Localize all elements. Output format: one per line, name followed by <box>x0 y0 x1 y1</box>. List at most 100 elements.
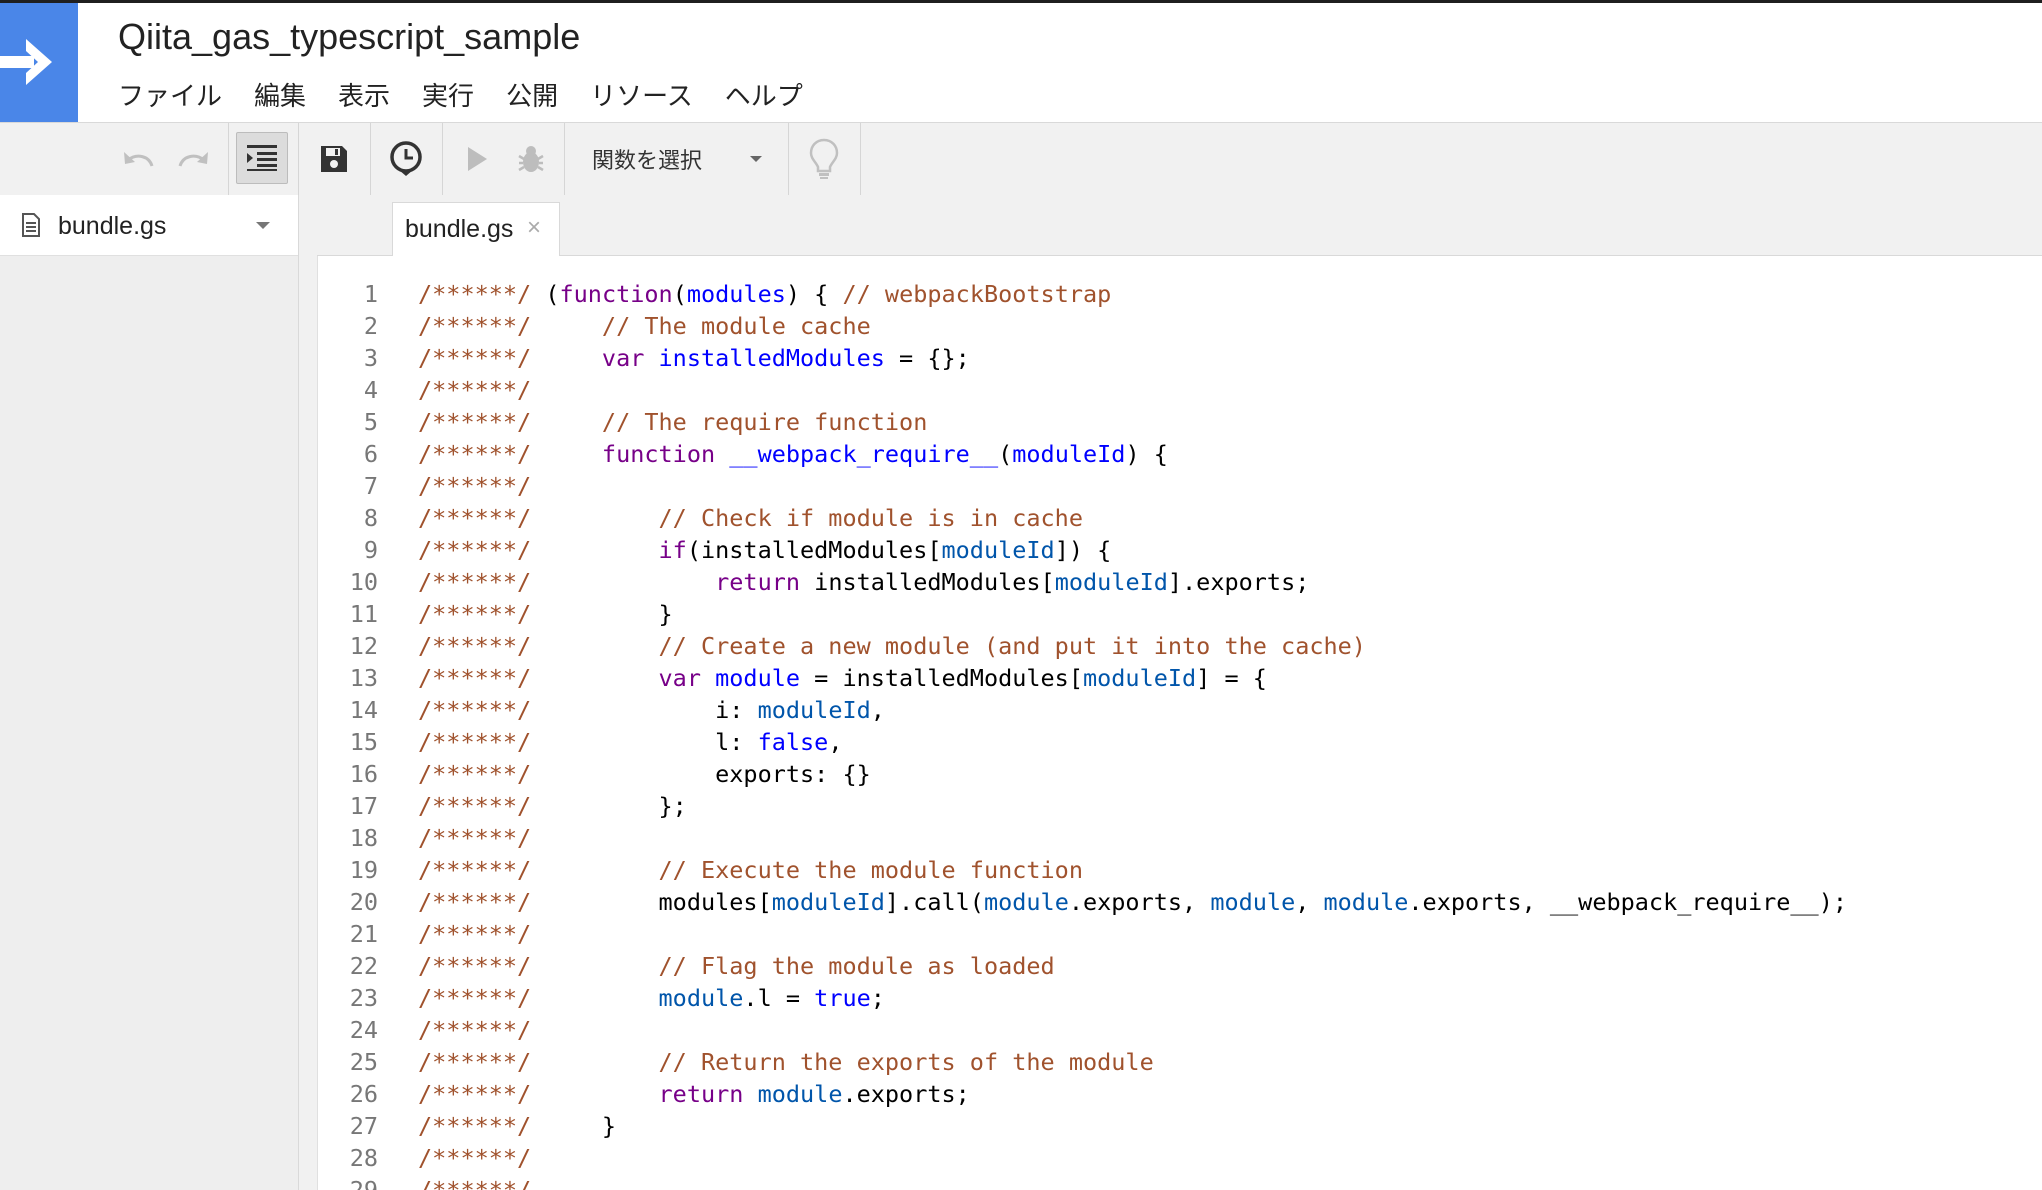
code-token: /******/ <box>418 504 546 532</box>
code-line[interactable]: 23 /******/ module.l = true; <box>318 982 2042 1014</box>
code-token: } <box>545 600 673 628</box>
code-token: /******/ <box>418 920 532 948</box>
code-line[interactable]: 8 /******/ // Check if module is in cache <box>318 502 2042 534</box>
code-token: i: <box>545 696 758 724</box>
code-line[interactable]: 15 /******/ l: false, <box>318 726 2042 758</box>
code-line[interactable]: 27 /******/ } <box>318 1110 2042 1142</box>
code-text: /******/ <box>418 470 531 502</box>
code-line[interactable]: 14 /******/ i: moduleId, <box>318 694 2042 726</box>
chevron-down-icon[interactable] <box>256 222 270 229</box>
code-token: /******/ <box>418 1016 532 1044</box>
code-line[interactable]: 17 /******/ }; <box>318 790 2042 822</box>
code-line[interactable]: 7 /******/ <box>318 470 2042 502</box>
sidebar-resize-handle[interactable] <box>299 195 317 1190</box>
code-line[interactable]: 24 /******/ <box>318 1014 2042 1046</box>
line-number: 19 <box>349 856 378 884</box>
code-token: ; <box>870 984 885 1012</box>
code-token: /******/ <box>418 440 546 468</box>
line-number: 25 <box>349 1048 378 1076</box>
line-number: 23 <box>349 984 378 1012</box>
menu-run[interactable]: 実行 <box>422 76 474 112</box>
code-line[interactable]: 2 /******/ // The module cache <box>318 310 2042 342</box>
line-number: 21 <box>349 920 378 948</box>
line-number: 26 <box>349 1080 378 1108</box>
code-text: /******/ (function(modules) { // webpack… <box>418 278 1111 310</box>
code-line[interactable]: 5 /******/ // The require function <box>318 406 2042 438</box>
line-number: 11 <box>349 600 378 628</box>
code-token: .exports; <box>842 1080 970 1108</box>
code-token: , <box>828 728 843 756</box>
save-button[interactable] <box>308 123 360 195</box>
toolbar-divider <box>228 123 229 195</box>
function-select-label: 関数を選択 <box>592 148 703 173</box>
suggestions-button[interactable] <box>796 123 852 195</box>
code-text: /******/ if(installedModules[moduleId]) … <box>418 534 1111 566</box>
menu-help[interactable]: ヘルプ <box>725 76 803 112</box>
indent-icon <box>247 145 277 171</box>
code-token: moduleId <box>1054 568 1168 596</box>
code-token: ].call( <box>884 888 984 916</box>
line-number: 2 <box>363 312 378 340</box>
file-item-bundle[interactable]: bundle.gs <box>0 195 298 256</box>
tab-bundle-gs[interactable]: bundle.gs × <box>392 202 560 256</box>
code-line[interactable]: 25 /******/ // Return the exports of the … <box>318 1046 2042 1078</box>
code-line[interactable]: 28 /******/ <box>318 1142 2042 1174</box>
code-line[interactable]: 21 /******/ <box>318 918 2042 950</box>
menu-file[interactable]: ファイル <box>118 76 222 112</box>
code-line[interactable]: 10 /******/ return installedModules[modul… <box>318 566 2042 598</box>
code-line[interactable]: 6 /******/ function __webpack_require__(m… <box>318 438 2042 470</box>
triggers-button[interactable] <box>380 123 432 195</box>
code-token: /******/ <box>418 408 546 436</box>
tab-label: bundle.gs <box>405 215 514 243</box>
line-number: 5 <box>363 408 378 436</box>
code-line[interactable]: 1/******/ (function(modules) { // webpac… <box>318 278 2042 310</box>
code-token: ]) { <box>1054 536 1112 564</box>
code-line[interactable]: 11 /******/ } <box>318 598 2042 630</box>
code-line[interactable]: 13 /******/ var module = installedModules… <box>318 662 2042 694</box>
chevron-down-icon <box>750 156 762 162</box>
code-token: /******/ <box>418 696 546 724</box>
run-button[interactable] <box>452 123 502 195</box>
line-number: 13 <box>349 664 378 692</box>
code-text: /******/ var module = installedModules[m… <box>418 662 1267 694</box>
line-number: 9 <box>363 536 378 564</box>
code-line[interactable]: 18 /******/ <box>318 822 2042 854</box>
clock-icon <box>390 141 422 176</box>
code-text: /******/ } <box>418 598 673 630</box>
debug-button[interactable] <box>506 123 556 195</box>
code-token: /******/ <box>418 312 546 340</box>
function-select-dropdown[interactable]: 関数を選択 <box>566 123 788 195</box>
apps-script-logo[interactable] <box>0 3 78 122</box>
code-token: .l = <box>743 984 815 1012</box>
line-number: 17 <box>349 792 378 820</box>
code-line[interactable]: 4 /******/ <box>318 374 2042 406</box>
undo-button[interactable] <box>118 123 160 195</box>
code-text: /******/ // Return the exports of the mo… <box>418 1046 1154 1078</box>
code-line[interactable]: 29 /******/ <box>318 1174 2042 1190</box>
menu-view[interactable]: 表示 <box>338 76 390 112</box>
code-line[interactable]: 20/******/ modules[moduleId].call(module… <box>318 886 2042 918</box>
code-token: if <box>545 536 687 564</box>
code-line[interactable]: 22 /******/ // Flag the module as loaded <box>318 950 2042 982</box>
toolbar-divider <box>860 123 861 195</box>
code-line[interactable]: 3 /******/ var installedModules = {}; <box>318 342 2042 374</box>
code-token: __webpack_require__ <box>729 440 999 468</box>
code-text: /******/ <box>418 1142 531 1174</box>
menu-publish[interactable]: 公開 <box>506 76 558 112</box>
redo-button[interactable] <box>172 123 214 195</box>
code-line[interactable]: 26 /******/ return module.exports; <box>318 1078 2042 1110</box>
code-token: installedModules[ <box>814 568 1055 596</box>
code-line[interactable]: 19 /******/ // Execute the module functio… <box>318 854 2042 886</box>
close-icon[interactable]: × <box>527 214 541 242</box>
code-text: /******/ module.l = true; <box>418 982 885 1014</box>
code-line[interactable]: 9 /******/ if(installedModules[moduleId])… <box>318 534 2042 566</box>
code-line[interactable]: 12 /******/ // Create a new module (and p… <box>318 630 2042 662</box>
code-line[interactable]: 16 /******/ exports: {} <box>318 758 2042 790</box>
line-number: 4 <box>363 376 378 404</box>
menu-edit[interactable]: 編集 <box>254 76 306 112</box>
indent-toggle-button[interactable] <box>236 132 288 184</box>
code-editor[interactable]: 1/******/ (function(modules) { // webpac… <box>317 256 2042 1190</box>
code-token: /******/ <box>418 376 532 404</box>
project-title[interactable]: Qiita_gas_typescript_sample <box>118 16 580 58</box>
menu-resources[interactable]: リソース <box>590 76 693 112</box>
